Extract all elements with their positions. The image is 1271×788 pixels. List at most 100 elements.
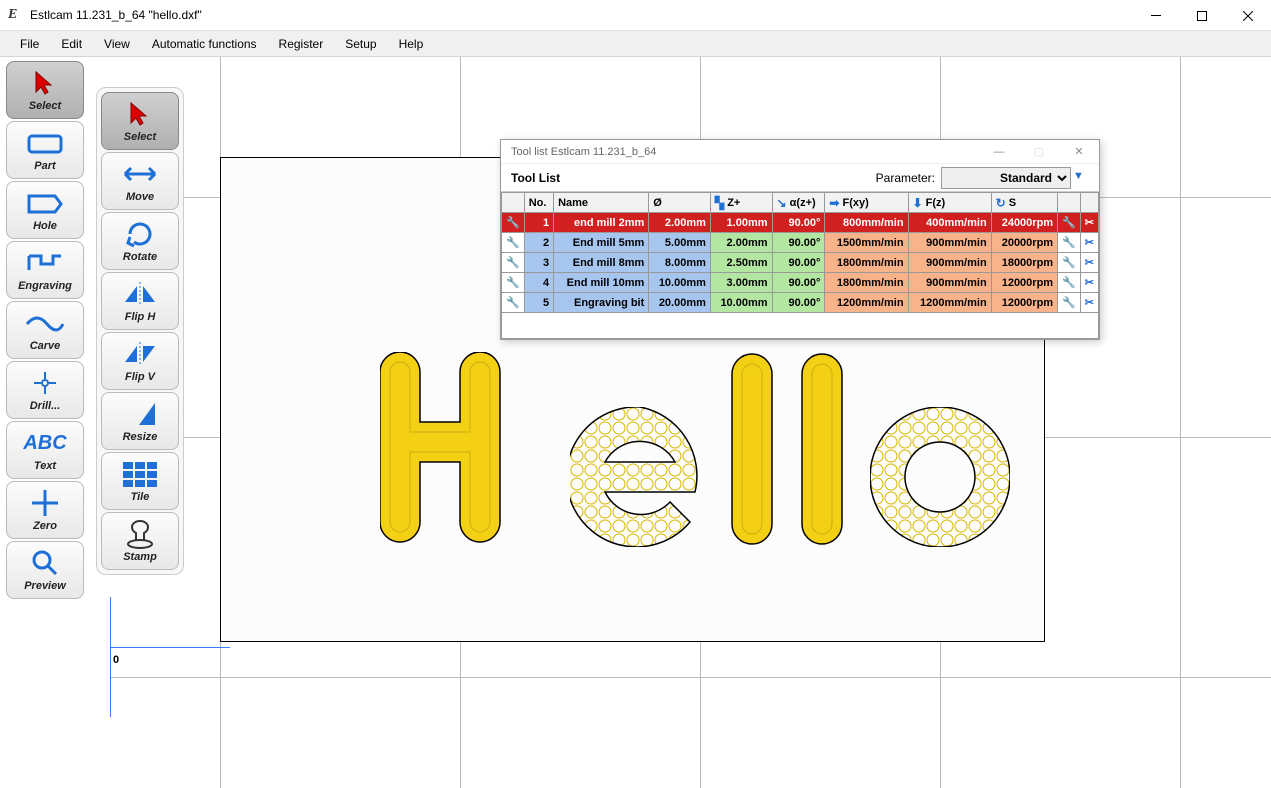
engraving-icon — [25, 248, 65, 278]
preview-icon — [30, 548, 60, 578]
refresh-icon: ↻ — [996, 196, 1006, 210]
tool-carve[interactable]: Carve — [6, 301, 84, 359]
tool-drill[interactable]: Drill... — [6, 361, 84, 419]
arrow-right-icon: ➡ — [829, 196, 839, 210]
tool-label: Tile — [131, 491, 150, 503]
close-button[interactable] — [1225, 0, 1271, 31]
parameter-select[interactable]: Standard — [941, 167, 1071, 189]
wrench-icon[interactable]: 🔧 — [1058, 253, 1081, 273]
tool-select[interactable]: Select — [6, 61, 84, 119]
zero-icon — [30, 488, 60, 518]
tool-label: Hole — [33, 220, 57, 232]
scissors-icon[interactable]: ✂ — [1080, 273, 1098, 293]
tool-row[interactable]: 🔧2End mill 5mm5.00mm2.00mm90.00°1500mm/m… — [502, 233, 1099, 253]
tool-table[interactable]: No. Name Ø ▚ Z+ ↘ α(z+) ➡ F(xy) ⬇ F(z) ↻… — [501, 192, 1099, 339]
stamp-icon — [125, 519, 155, 549]
tool-list-close[interactable]: ✕ — [1059, 140, 1099, 164]
cursor-icon — [127, 99, 153, 129]
menu-edit[interactable]: Edit — [51, 33, 92, 55]
maximize-button[interactable] — [1179, 0, 1225, 31]
tool-engraving[interactable]: Engraving — [6, 241, 84, 299]
move-icon — [123, 159, 157, 189]
tool-list-window[interactable]: Tool list Estlcam 11.231_b_64 — ▢ ✕ Tool… — [500, 139, 1100, 340]
menu-automatic[interactable]: Automatic functions — [142, 33, 267, 55]
stairs-icon: ▚ — [715, 196, 724, 210]
wrench-icon[interactable]: 🔧 — [502, 233, 525, 253]
tool-fliph[interactable]: Flip H — [101, 272, 179, 330]
tool-row[interactable]: 🔧1end mill 2mm2.00mm1.00mm90.00°800mm/mi… — [502, 213, 1099, 233]
drawing-hello — [380, 352, 1010, 552]
col-s[interactable]: ↻ S — [991, 193, 1057, 213]
scissors-icon[interactable]: ✂ — [1080, 293, 1098, 313]
wrench-icon[interactable]: 🔧 — [1058, 233, 1081, 253]
tool-move[interactable]: Move — [101, 152, 179, 210]
tool-text[interactable]: ABC Text — [6, 421, 84, 479]
col-fz[interactable]: ⬇ F(z) — [908, 193, 991, 213]
tool-label: Flip V — [125, 371, 155, 383]
wrench-icon[interactable]: 🔧 — [1058, 213, 1081, 233]
tool-label: Text — [34, 460, 56, 472]
col-no[interactable]: No. — [524, 193, 553, 213]
tool-label: Stamp — [123, 551, 157, 563]
col-name[interactable]: Name — [554, 193, 649, 213]
tool-list-maximize[interactable]: ▢ — [1019, 140, 1059, 164]
primary-toolbar: SelectPart Hole Engraving Carve Drill... ABC T… — [6, 61, 84, 599]
menu-file[interactable]: File — [10, 33, 49, 55]
col-z[interactable]: ▚ Z+ — [710, 193, 772, 213]
parameter-label: Parameter: — [876, 171, 935, 185]
tool-row[interactable]: 🔧5Engraving bit20.00mm10.00mm90.00°1200m… — [502, 293, 1099, 313]
tool-list-minimize[interactable]: — — [979, 140, 1019, 164]
tool-zero[interactable]: Zero — [6, 481, 84, 539]
origin-x-axis — [110, 647, 230, 648]
tool-tile[interactable]: Tile — [101, 452, 179, 510]
scissors-icon[interactable]: ✂ — [1080, 233, 1098, 253]
tool-resize[interactable]: Resize — [101, 392, 179, 450]
menu-view[interactable]: View — [94, 33, 140, 55]
col-dia[interactable]: Ø — [649, 193, 711, 213]
col-fxy[interactable]: ➡ F(xy) — [825, 193, 908, 213]
part-icon — [25, 128, 65, 158]
window-title: Estlcam 11.231_b_64 "hello.dxf" — [30, 8, 1133, 22]
tool-part[interactable]: Part — [6, 121, 84, 179]
tool-hole[interactable]: Hole — [6, 181, 84, 239]
tool-row[interactable]: 🔧4End mill 10mm10.00mm3.00mm90.00°1800mm… — [502, 273, 1099, 293]
wrench-icon[interactable]: 🔧 — [502, 273, 525, 293]
tool-row[interactable]: 🔧3End mill 8mm8.00mm2.50mm90.00°1800mm/m… — [502, 253, 1099, 273]
tool-select2[interactable]: Select — [101, 92, 179, 150]
tool-rotate[interactable]: Rotate — [101, 212, 179, 270]
menu-setup[interactable]: Setup — [335, 33, 386, 55]
chevron-down-icon[interactable]: ▼ — [1073, 170, 1089, 186]
resize-icon — [123, 399, 157, 429]
wrench-icon[interactable]: 🔧 — [1058, 273, 1081, 293]
tool-stamp[interactable]: Stamp — [101, 512, 179, 570]
tool-label: Preview — [24, 580, 66, 592]
menu-register[interactable]: Register — [269, 33, 334, 55]
tool-label: Drill... — [30, 400, 61, 412]
tool-label: Move — [126, 191, 154, 203]
wrench-icon[interactable]: 🔧 — [502, 213, 525, 233]
flipv-icon — [123, 339, 157, 369]
secondary-toolbar: Select Move RotateFlip H Flip V Resize Tile St… — [96, 87, 184, 575]
wrench-icon[interactable]: 🔧 — [502, 293, 525, 313]
tool-label: Engraving — [18, 280, 72, 292]
tool-list-titlebar[interactable]: Tool list Estlcam 11.231_b_64 — ▢ ✕ — [501, 140, 1099, 164]
scissors-icon[interactable]: ✂ — [1080, 253, 1098, 273]
wrench-icon[interactable]: 🔧 — [502, 253, 525, 273]
scissors-icon[interactable]: ✂ — [1080, 213, 1098, 233]
wrench-icon[interactable]: 🔧 — [1058, 293, 1081, 313]
tool-list-title: Tool list Estlcam 11.231_b_64 — [511, 146, 656, 158]
tool-preview[interactable]: Preview — [6, 541, 84, 599]
text-icon: ABC — [23, 428, 66, 458]
tool-label: Select — [124, 131, 156, 143]
rotate-icon — [125, 219, 155, 249]
carve-icon — [25, 308, 65, 338]
title-bar: E Estlcam 11.231_b_64 "hello.dxf" — [0, 0, 1271, 31]
menu-help[interactable]: Help — [389, 33, 434, 55]
minimize-button[interactable] — [1133, 0, 1179, 31]
tool-list-heading: Tool List — [511, 171, 560, 185]
tool-flipv[interactable]: Flip V — [101, 332, 179, 390]
origin-y-axis — [110, 597, 111, 717]
tool-label: Zero — [33, 520, 57, 532]
col-ang[interactable]: ↘ α(z+) — [772, 193, 825, 213]
app-icon: E — [8, 7, 24, 23]
